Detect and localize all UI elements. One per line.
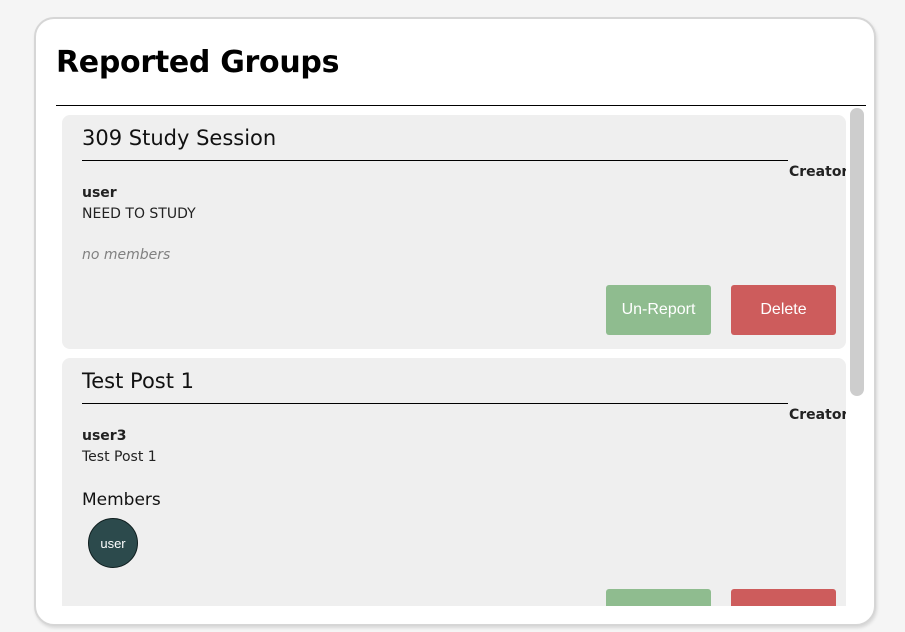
group-title-divider [82, 160, 788, 161]
delete-button[interactable]: Delete [731, 589, 836, 606]
unreport-button[interactable]: Un-Report [606, 285, 711, 335]
group-description: NEED TO STUDY [82, 206, 196, 222]
group-title-divider [82, 403, 788, 404]
groups-list[interactable]: 309 Study Session Creator: user NEED TO … [56, 106, 846, 606]
group-title: 309 Study Session [82, 126, 277, 150]
page-title: Reported Groups [56, 45, 340, 80]
no-members-text: no members [82, 247, 171, 263]
scrollbar[interactable] [848, 106, 866, 606]
group-card: Test Post 1 Creator: user3 Test Post 1 M… [62, 358, 846, 606]
creator-label: Creator: [789, 164, 846, 180]
members-heading: Members [82, 490, 161, 510]
reported-groups-panel: Reported Groups 309 Study Session Creato… [34, 17, 876, 626]
group-title: Test Post 1 [82, 369, 195, 393]
delete-button[interactable]: Delete [731, 285, 836, 335]
creator-name: user3 [82, 428, 127, 444]
creator-name: user [82, 185, 117, 201]
scrollbar-thumb[interactable] [850, 108, 864, 396]
creator-label: Creator: [789, 407, 846, 423]
group-card: 309 Study Session Creator: user NEED TO … [62, 115, 846, 349]
unreport-button[interactable]: Un-Report [606, 589, 711, 606]
member-avatar[interactable]: user [88, 518, 138, 568]
group-description: Test Post 1 [82, 449, 157, 465]
